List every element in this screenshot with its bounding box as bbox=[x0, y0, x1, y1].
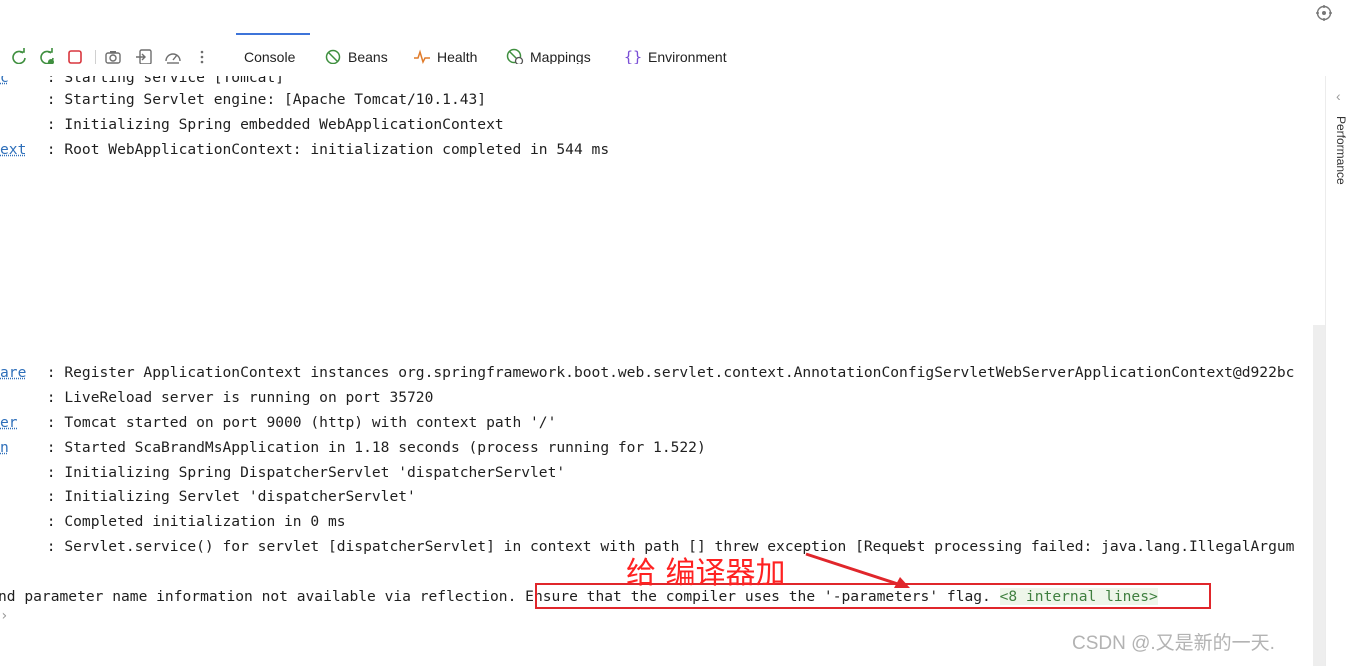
console-line: : Starting Servlet engine: [Apache Tomca… bbox=[38, 91, 487, 108]
performance-tab[interactable]: Performance bbox=[1334, 116, 1348, 185]
vertical-scrollbar[interactable] bbox=[1313, 325, 1325, 666]
fold-chevron-icon[interactable]: › bbox=[0, 608, 8, 624]
tab-environment-label: Environment bbox=[648, 49, 727, 65]
console-line: : Initializing Spring DispatcherServlet … bbox=[38, 464, 566, 481]
annotation-arrow-icon bbox=[805, 552, 910, 588]
console-line: : Initializing Servlet 'dispatcherServle… bbox=[38, 488, 416, 505]
tab-beans-label: Beans bbox=[348, 49, 388, 65]
console-line: c : Starting service [Tomcat] bbox=[0, 69, 285, 86]
console-line: : Completed initialization in 0 ms bbox=[38, 513, 346, 530]
console-line: n : Started ScaBrandMsApplication in 1.1… bbox=[0, 437, 706, 459]
logger-link[interactable]: n bbox=[0, 437, 38, 459]
target-icon[interactable] bbox=[1316, 5, 1332, 21]
chevron-left-icon[interactable]: ‹ bbox=[1336, 88, 1341, 104]
error-text: nd parameter name information not availa… bbox=[0, 588, 526, 605]
active-tab-indicator bbox=[236, 33, 310, 35]
console-line: ext : Root WebApplicationContext: initia… bbox=[0, 139, 609, 161]
console-line: : LiveReload server is running on port 3… bbox=[38, 389, 434, 406]
tab-health-label: Health bbox=[437, 49, 478, 65]
annotation-text: 给 编译器加 bbox=[626, 556, 786, 591]
logger-link[interactable]: er bbox=[0, 412, 38, 434]
watermark: CSDN @.又是新的一天. bbox=[1072, 633, 1275, 654]
tab-console-label: Console bbox=[244, 49, 296, 65]
console-line: er : Tomcat started on port 9000 (http) … bbox=[0, 412, 556, 434]
top-bar bbox=[0, 0, 1352, 32]
logger-link[interactable]: ext bbox=[0, 139, 38, 161]
console-line: are : Register ApplicationContext instan… bbox=[0, 362, 1294, 384]
tab-mappings-label: Mappings bbox=[530, 49, 591, 65]
logger-link[interactable]: are bbox=[0, 362, 38, 384]
console-line: : Initializing Spring embedded WebApplic… bbox=[38, 116, 504, 133]
